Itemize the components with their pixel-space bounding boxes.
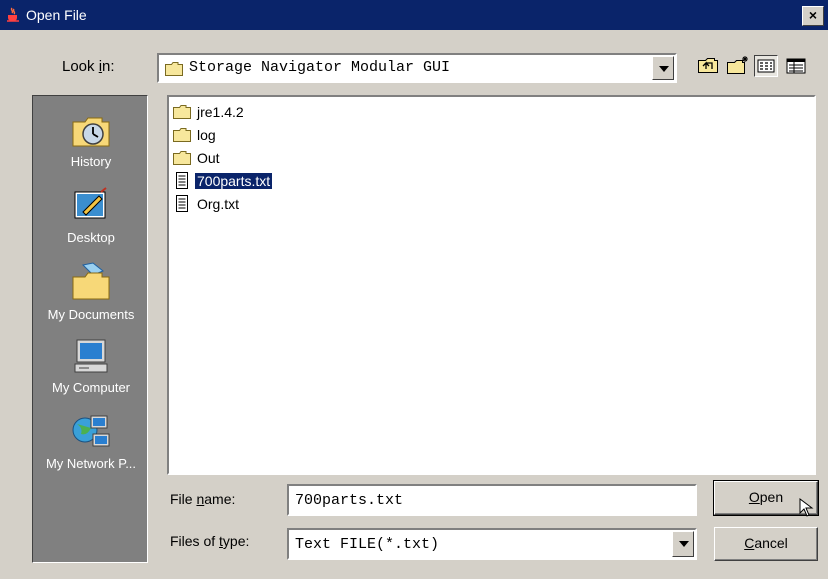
look-in-label: Look in:	[62, 58, 115, 75]
chevron-down-icon[interactable]	[652, 56, 674, 80]
up-one-level-icon	[698, 58, 718, 73]
files-of-type-label: Files of type:	[170, 533, 250, 549]
open-file-dialog: Open File × Look in: Storage Navigator M…	[0, 0, 828, 579]
folder-icon	[165, 62, 183, 76]
place-desktop[interactable]: Desktop	[33, 186, 149, 245]
place-history[interactable]: History	[33, 110, 149, 169]
details-view-icon	[786, 58, 806, 74]
file-list[interactable]: jre1.4.2 log Out 700parts.txt Org.txt	[167, 95, 816, 475]
open-button[interactable]: Open	[713, 480, 819, 517]
list-view-icon	[757, 59, 775, 73]
text-file-icon	[176, 172, 188, 189]
chevron-down-icon[interactable]	[672, 531, 694, 557]
place-my-computer[interactable]: My Computer	[33, 336, 149, 395]
places-bar: History Desktop My Documents My Computer…	[32, 95, 148, 563]
up-one-level-button[interactable]	[696, 55, 720, 77]
list-view-button[interactable]	[754, 55, 778, 77]
my-network-places-icon	[72, 415, 110, 447]
place-my-documents[interactable]: My Documents	[33, 261, 149, 322]
folder-icon	[173, 151, 191, 165]
java-cup-icon	[7, 7, 19, 22]
cancel-button[interactable]: Cancel	[714, 527, 818, 561]
window-title: Open File	[26, 7, 87, 23]
look-in-value: Storage Navigator Modular GUI	[189, 59, 451, 76]
new-folder-button[interactable]	[726, 55, 750, 77]
text-file-icon	[176, 195, 188, 212]
close-button[interactable]: ×	[802, 6, 824, 26]
files-of-type-value: Text FILE(*.txt)	[295, 536, 440, 553]
folder-icon	[173, 128, 191, 142]
list-item[interactable]: jre1.4.2	[173, 101, 246, 123]
file-name-input[interactable]: 700parts.txt	[287, 484, 697, 516]
mouse-cursor-icon	[799, 498, 814, 517]
my-computer-icon	[74, 339, 108, 373]
my-documents-icon	[72, 262, 110, 300]
desktop-icon	[74, 187, 107, 219]
list-item[interactable]: Org.txt	[173, 193, 241, 215]
new-folder-icon	[727, 56, 748, 74]
look-in-combo[interactable]: Storage Navigator Modular GUI	[157, 53, 677, 83]
title-bar[interactable]: Open File ×	[0, 0, 828, 30]
list-item[interactable]: log	[173, 124, 218, 146]
files-of-type-combo[interactable]: Text FILE(*.txt)	[287, 528, 697, 560]
list-item-selected[interactable]: 700parts.txt	[173, 170, 274, 192]
folder-icon	[173, 105, 191, 119]
place-my-network[interactable]: My Network P...	[33, 412, 149, 471]
list-item[interactable]: Out	[173, 147, 222, 169]
file-name-label: File name:	[170, 491, 236, 507]
details-view-button[interactable]	[784, 55, 808, 77]
history-icon	[72, 117, 110, 147]
